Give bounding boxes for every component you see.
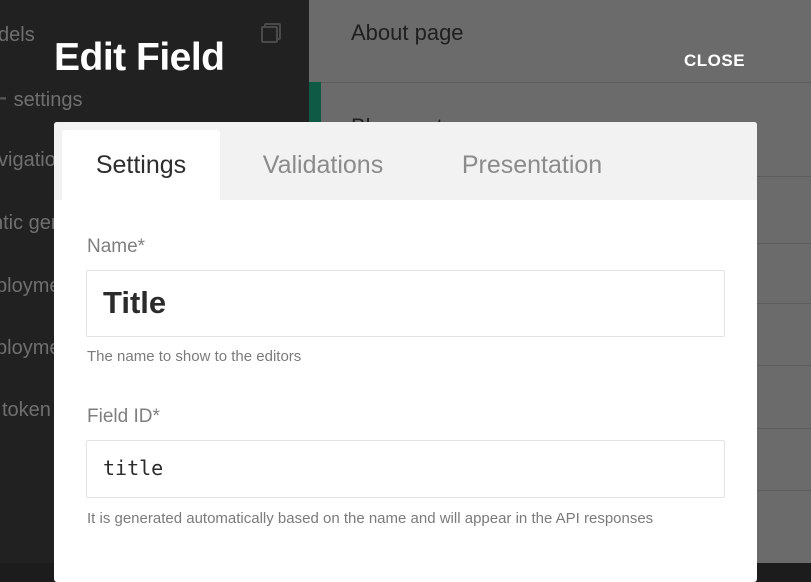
sidebar-item-api-tokens: token xyxy=(2,399,51,421)
sidebar-item-navigation: vigatio xyxy=(0,149,56,171)
sidebar-item-deployment-2: ployme xyxy=(0,337,61,359)
name-field-hint: The name to show to the editors xyxy=(87,348,302,365)
field-id-label: Field ID* xyxy=(87,406,160,427)
name-input[interactable]: Title xyxy=(86,270,725,337)
tab-settings[interactable]: Settings xyxy=(62,130,220,200)
sidebar-item-settings: ⁃ settings xyxy=(0,89,83,111)
background-row-about-page: About page xyxy=(351,20,464,45)
tab-validations[interactable]: Validations xyxy=(248,130,398,200)
sidebar-item-static-gen: ntic gen xyxy=(0,212,63,234)
tab-presentation[interactable]: Presentation xyxy=(448,130,616,200)
name-input-value: Title xyxy=(103,285,167,320)
close-button[interactable]: CLOSE xyxy=(684,51,745,71)
modal-title: Edit Field xyxy=(54,36,225,79)
field-id-hint: It is generated automatically based on t… xyxy=(87,510,654,527)
edit-field-dialog: Settings Validations Presentation Name* … xyxy=(54,122,757,582)
models-icon xyxy=(261,23,281,43)
field-id-input[interactable]: title xyxy=(86,440,725,498)
tabs-bar: Settings Validations Presentation xyxy=(54,122,757,200)
name-field-label: Name* xyxy=(87,236,146,257)
background-row-divider xyxy=(321,82,811,83)
sidebar-item-models: dels xyxy=(0,24,35,46)
sidebar-item-deployment-1: ployme xyxy=(0,275,61,297)
background-active-indicator xyxy=(309,82,321,122)
field-id-input-value: title xyxy=(103,456,164,480)
